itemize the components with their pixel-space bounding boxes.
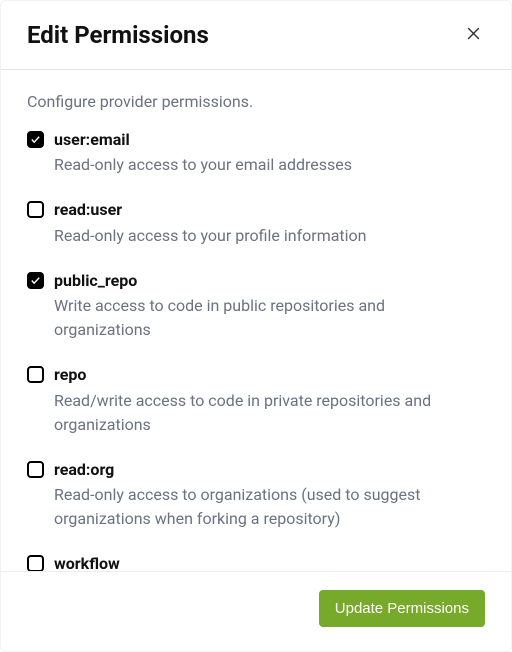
permission-checkbox[interactable] bbox=[27, 272, 44, 289]
permission-description: Read-only access to your email addresses bbox=[54, 153, 485, 177]
permission-checkbox[interactable] bbox=[27, 201, 44, 218]
dialog-body: Configure provider permissions. user:ema… bbox=[1, 70, 511, 571]
permission-label: repo bbox=[54, 364, 485, 386]
permission-text: public_repoWrite access to code in publi… bbox=[54, 270, 485, 342]
permission-checkbox[interactable] bbox=[27, 131, 44, 148]
permission-text: repo Read/write access to code in private… bbox=[54, 364, 485, 436]
permission-text: read:orgRead-only access to organization… bbox=[54, 459, 485, 531]
permission-description: Write access to code in public repositor… bbox=[54, 294, 485, 342]
permission-item: read:orgRead-only access to organization… bbox=[27, 459, 485, 531]
permission-text: read:user Read-only access to your profil… bbox=[54, 199, 485, 247]
edit-permissions-dialog: Edit Permissions Configure provider perm… bbox=[0, 0, 512, 652]
dialog-description: Configure provider permissions. bbox=[27, 92, 485, 111]
permission-item: user:emailRead-only access to your email… bbox=[27, 129, 485, 177]
update-permissions-button[interactable]: Update Permissions bbox=[319, 590, 485, 627]
permission-description: Read-only access to your profile informa… bbox=[54, 224, 485, 248]
permission-item: read:user Read-only access to your profil… bbox=[27, 199, 485, 247]
permission-label: user:email bbox=[54, 129, 485, 151]
permission-label: read:user bbox=[54, 199, 485, 221]
permission-description: Read-only access to organizations (used … bbox=[54, 483, 485, 531]
permission-label: public_repo bbox=[54, 270, 485, 292]
permission-description: Read/write access to code in private rep… bbox=[54, 389, 485, 437]
close-icon bbox=[465, 25, 482, 45]
permission-label: workflow bbox=[54, 553, 485, 571]
permission-checkbox[interactable] bbox=[27, 461, 44, 478]
dialog-title: Edit Permissions bbox=[27, 21, 209, 49]
dialog-footer: Update Permissions bbox=[1, 571, 511, 651]
permission-text: user:emailRead-only access to your email… bbox=[54, 129, 485, 177]
close-button[interactable] bbox=[459, 21, 487, 49]
permission-label: read:org bbox=[54, 459, 485, 481]
dialog-header: Edit Permissions bbox=[1, 1, 511, 70]
permission-checkbox[interactable] bbox=[27, 366, 44, 383]
permission-text: workflowAllow updating GitHub Actions wo… bbox=[54, 553, 485, 571]
permission-item: repo Read/write access to code in private… bbox=[27, 364, 485, 436]
permission-item: workflowAllow updating GitHub Actions wo… bbox=[27, 553, 485, 571]
permission-item: public_repoWrite access to code in publi… bbox=[27, 270, 485, 342]
permission-checkbox[interactable] bbox=[27, 555, 44, 571]
permissions-list: user:emailRead-only access to your email… bbox=[27, 129, 485, 571]
